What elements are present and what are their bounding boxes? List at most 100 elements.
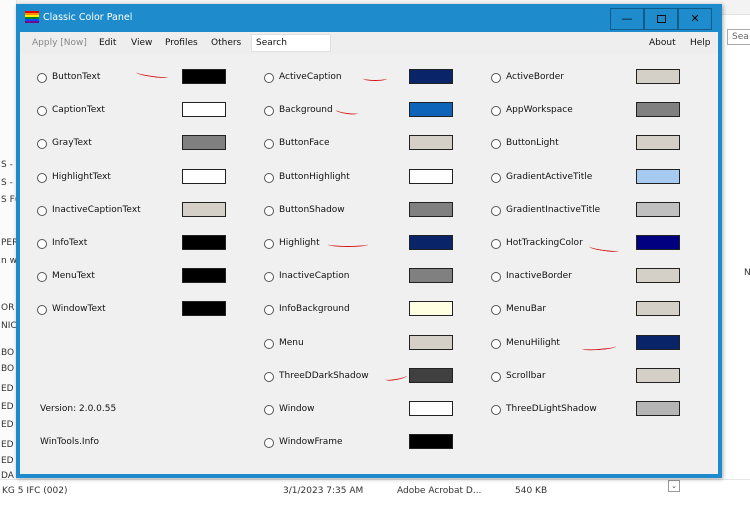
radio-button[interactable] bbox=[491, 139, 501, 150]
search-input[interactable]: Search bbox=[251, 34, 331, 52]
menu-help[interactable]: Help bbox=[690, 38, 711, 48]
radio-button[interactable] bbox=[37, 106, 47, 117]
menu-edit[interactable]: Edit bbox=[99, 38, 116, 48]
color-swatch-threedlightshadow[interactable] bbox=[636, 401, 680, 416]
radio-button[interactable] bbox=[491, 172, 501, 183]
color-option-menubar[interactable]: MenuBar bbox=[491, 302, 631, 318]
explorer-file-row[interactable]: KG 5 IFC (002) 3/1/2023 7:35 AM Adobe Ac… bbox=[0, 479, 750, 510]
color-option-buttonshadow[interactable]: ButtonShadow bbox=[264, 203, 404, 219]
color-swatch-infobackground[interactable] bbox=[409, 301, 453, 317]
radio-button[interactable] bbox=[491, 272, 501, 283]
color-swatch-highlight[interactable] bbox=[409, 235, 453, 250]
radio-button[interactable] bbox=[264, 73, 274, 83]
radio-button[interactable] bbox=[264, 405, 274, 415]
color-option-windowtext[interactable]: WindowText bbox=[37, 302, 177, 318]
minimize-button[interactable]: — bbox=[610, 8, 644, 30]
color-option-threeddarkshadow[interactable]: ThreeDDarkShadow bbox=[264, 369, 404, 385]
color-swatch-scrollbar[interactable] bbox=[636, 367, 680, 383]
close-button[interactable]: ✕ bbox=[678, 8, 712, 30]
explorer-search-input[interactable]: Sea bbox=[727, 29, 750, 45]
color-swatch-windowtext[interactable] bbox=[182, 301, 226, 317]
color-swatch-windowframe[interactable] bbox=[409, 434, 453, 450]
radio-button[interactable] bbox=[264, 371, 274, 382]
color-option-infotext[interactable]: InfoText bbox=[37, 236, 177, 252]
radio-button[interactable] bbox=[264, 239, 274, 249]
color-option-menuhilight[interactable]: MenuHilight bbox=[491, 336, 631, 352]
radio-button[interactable] bbox=[264, 338, 274, 349]
radio-button[interactable] bbox=[491, 106, 501, 117]
chevron-down-icon[interactable]: ⌄ bbox=[668, 480, 680, 492]
color-option-inactivecaption[interactable]: InactiveCaption bbox=[264, 269, 404, 285]
menu-profiles[interactable]: Profiles bbox=[165, 38, 198, 48]
radio-button[interactable] bbox=[491, 405, 501, 415]
color-option-graytext[interactable]: GrayText bbox=[37, 136, 177, 152]
radio-button[interactable] bbox=[37, 139, 47, 150]
color-swatch-hottrackingcolor[interactable] bbox=[636, 235, 680, 250]
color-swatch-background[interactable] bbox=[409, 102, 453, 118]
menu-others[interactable]: Others bbox=[211, 38, 241, 48]
color-swatch-buttonhighlight[interactable] bbox=[409, 168, 453, 184]
color-swatch-graytext[interactable] bbox=[182, 135, 226, 151]
maximize-button[interactable] bbox=[644, 8, 678, 30]
radio-button[interactable] bbox=[37, 73, 47, 83]
radio-button[interactable] bbox=[491, 239, 501, 249]
color-option-windowframe[interactable]: WindowFrame bbox=[264, 435, 404, 451]
color-swatch-buttonshadow[interactable] bbox=[409, 201, 453, 217]
title-bar[interactable]: Classic Color Panel — ✕ bbox=[16, 4, 722, 32]
color-option-inactiveborder[interactable]: InactiveBorder bbox=[491, 269, 631, 285]
radio-button[interactable] bbox=[491, 205, 501, 216]
color-swatch-buttonlight[interactable] bbox=[636, 135, 680, 151]
color-option-infobackground[interactable]: InfoBackground bbox=[264, 302, 404, 318]
radio-button[interactable] bbox=[264, 205, 274, 216]
radio-button[interactable] bbox=[491, 371, 501, 382]
color-swatch-buttonface[interactable] bbox=[409, 135, 453, 151]
color-option-appworkspace[interactable]: AppWorkspace bbox=[491, 103, 631, 119]
menu-about[interactable]: About bbox=[649, 38, 676, 48]
color-option-gradientinactivetitle[interactable]: GradientInactiveTitle bbox=[491, 203, 631, 219]
color-option-gradientactivetitle[interactable]: GradientActiveTitle bbox=[491, 170, 631, 186]
color-option-buttonlight[interactable]: ButtonLight bbox=[491, 136, 631, 152]
color-option-buttonface[interactable]: ButtonFace bbox=[264, 136, 404, 152]
color-swatch-window[interactable] bbox=[409, 401, 453, 416]
color-swatch-menubar[interactable] bbox=[636, 301, 680, 317]
color-option-highlighttext[interactable]: HighlightText bbox=[37, 170, 177, 186]
radio-button[interactable] bbox=[264, 172, 274, 183]
radio-button[interactable] bbox=[264, 272, 274, 283]
color-swatch-menuhilight[interactable] bbox=[636, 334, 680, 350]
color-option-scrollbar[interactable]: Scrollbar bbox=[491, 369, 631, 385]
color-swatch-inactiveborder[interactable] bbox=[636, 268, 680, 284]
color-swatch-activeborder[interactable] bbox=[636, 69, 680, 84]
color-swatch-highlighttext[interactable] bbox=[182, 168, 226, 184]
radio-button[interactable] bbox=[491, 73, 501, 83]
color-option-threedlightshadow[interactable]: ThreeDLightShadow bbox=[491, 402, 631, 418]
radio-button[interactable] bbox=[37, 172, 47, 183]
color-swatch-inactivecaptiontext[interactable] bbox=[182, 201, 226, 217]
color-swatch-infotext[interactable] bbox=[182, 235, 226, 250]
radio-button[interactable] bbox=[37, 205, 47, 216]
radio-button[interactable] bbox=[264, 438, 274, 449]
radio-button[interactable] bbox=[491, 305, 501, 316]
color-option-buttonhighlight[interactable]: ButtonHighlight bbox=[264, 170, 404, 186]
color-option-background[interactable]: Background bbox=[264, 103, 404, 119]
color-swatch-menutext[interactable] bbox=[182, 268, 226, 284]
color-swatch-menu[interactable] bbox=[409, 334, 453, 350]
menu-apply-now[interactable]: Apply [Now] bbox=[32, 38, 87, 48]
radio-button[interactable] bbox=[491, 338, 501, 349]
color-swatch-captiontext[interactable] bbox=[182, 102, 226, 118]
color-swatch-gradientinactivetitle[interactable] bbox=[636, 201, 680, 217]
color-option-activeborder[interactable]: ActiveBorder bbox=[491, 70, 631, 86]
radio-button[interactable] bbox=[264, 139, 274, 150]
color-option-window[interactable]: Window bbox=[264, 402, 404, 418]
radio-button[interactable] bbox=[37, 305, 47, 316]
color-option-menu[interactable]: Menu bbox=[264, 336, 404, 352]
radio-button[interactable] bbox=[264, 305, 274, 316]
color-swatch-threeddarkshadow[interactable] bbox=[409, 367, 453, 383]
color-swatch-appworkspace[interactable] bbox=[636, 102, 680, 118]
color-swatch-gradientactivetitle[interactable] bbox=[636, 168, 680, 184]
color-option-menutext[interactable]: MenuText bbox=[37, 269, 177, 285]
radio-button[interactable] bbox=[264, 106, 274, 117]
color-swatch-inactivecaption[interactable] bbox=[409, 268, 453, 284]
radio-button[interactable] bbox=[37, 272, 47, 283]
color-swatch-activecaption[interactable] bbox=[409, 69, 453, 84]
menu-view[interactable]: View bbox=[131, 38, 152, 48]
